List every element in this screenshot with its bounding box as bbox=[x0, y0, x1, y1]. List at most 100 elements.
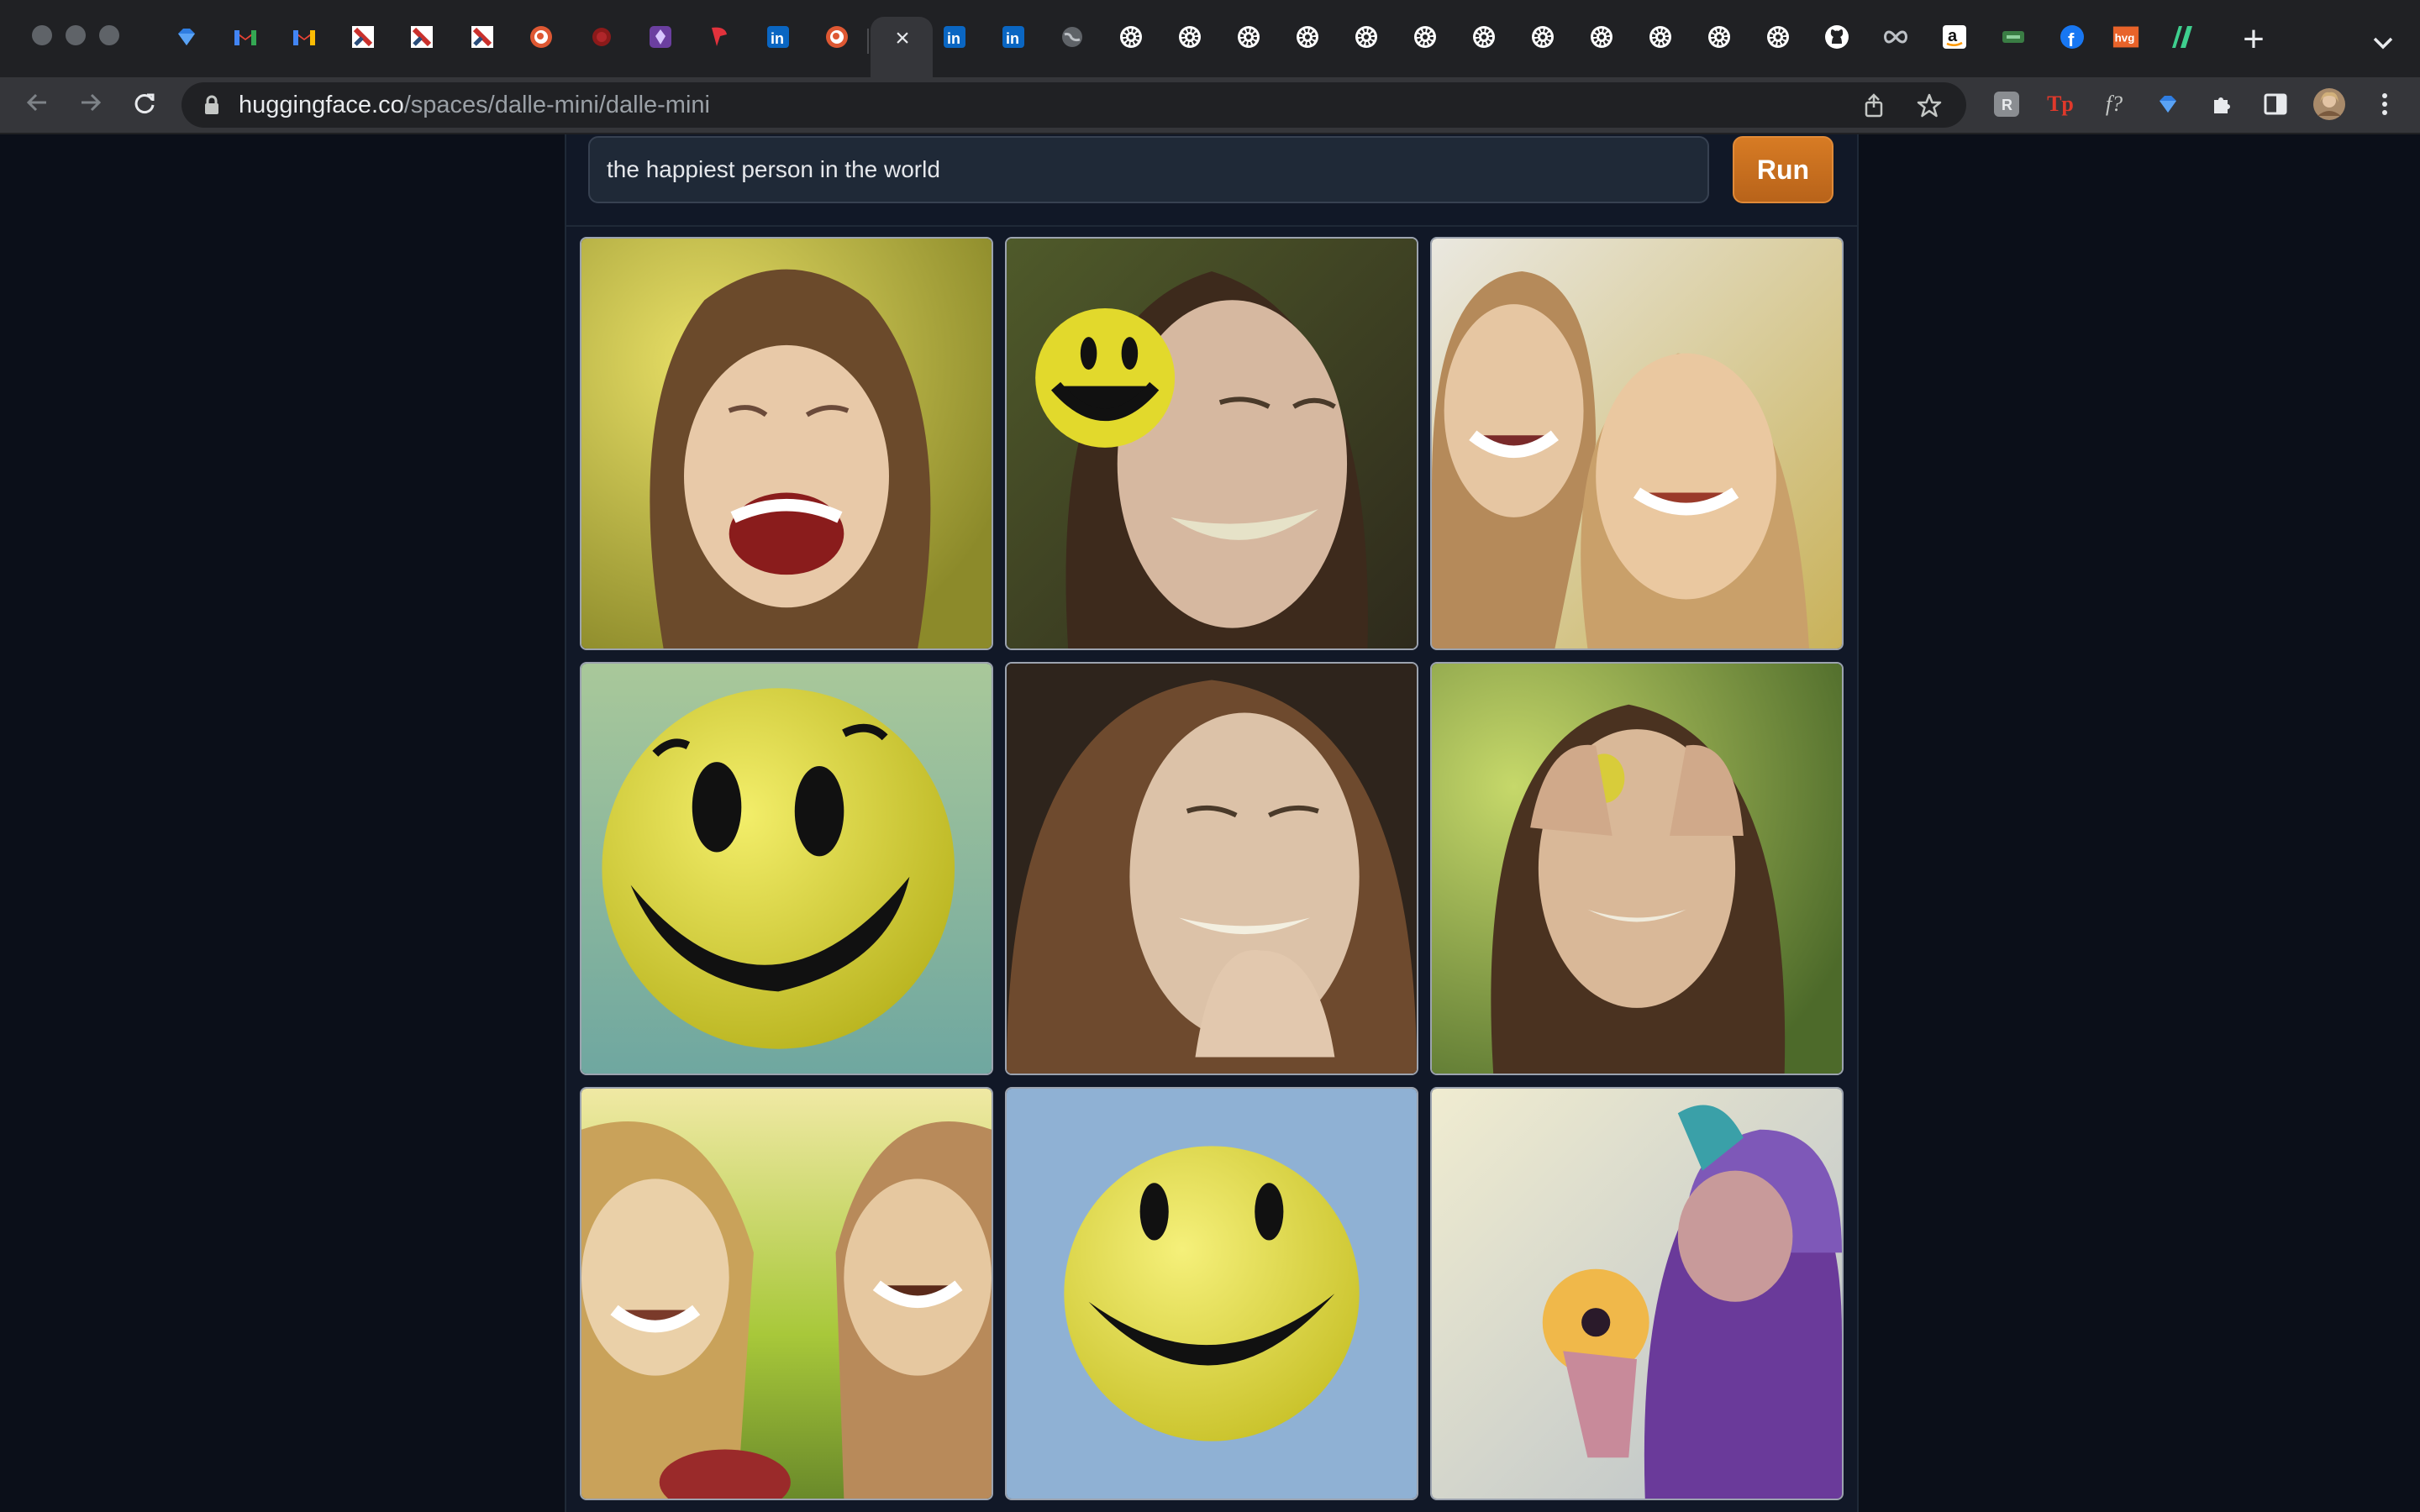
tab-linkedin-3[interactable]: in bbox=[1000, 24, 1027, 50]
woman-covering-mouth-image bbox=[1007, 664, 1417, 1074]
tab-notion-1[interactable] bbox=[350, 24, 376, 50]
huggingface-icon bbox=[1179, 26, 1201, 48]
tab-raindrop[interactable] bbox=[706, 24, 733, 50]
page-viewport: the happiest person in the world Run bbox=[0, 134, 2420, 1512]
tab-gmail-2[interactable] bbox=[291, 24, 318, 50]
gallery-image-1[interactable] bbox=[580, 237, 993, 650]
amazon-icon: a bbox=[1943, 25, 1966, 49]
globe-icon bbox=[1062, 27, 1082, 47]
tab-gmail-1[interactable] bbox=[232, 24, 259, 50]
tab-infinity[interactable] bbox=[1882, 24, 1909, 50]
huggingface-icon bbox=[1649, 26, 1671, 48]
huggingface-icon bbox=[1708, 26, 1730, 48]
tab-search-button[interactable] bbox=[2368, 27, 2398, 57]
puzzle-icon bbox=[2214, 97, 2230, 113]
prompt-input[interactable]: the happiest person in the world bbox=[588, 136, 1709, 203]
tab-obsidian[interactable] bbox=[647, 24, 674, 50]
lock-icon bbox=[205, 95, 218, 114]
huggingface-icon bbox=[1297, 26, 1318, 48]
gallery-image-5[interactable] bbox=[1005, 662, 1418, 1075]
gallery-image-8[interactable] bbox=[1005, 1087, 1418, 1500]
arrow-right-icon bbox=[82, 93, 102, 112]
tab-notion-2[interactable] bbox=[408, 24, 435, 50]
bookmark-star-icon[interactable] bbox=[1916, 92, 1943, 119]
tab-hf-6[interactable] bbox=[1412, 24, 1439, 50]
tab-duckduckgo-1[interactable] bbox=[528, 24, 555, 50]
purple-woman-with-donut-image bbox=[1432, 1089, 1842, 1499]
profile-button[interactable] bbox=[2312, 87, 2346, 121]
tab-hf-1[interactable] bbox=[1118, 24, 1144, 50]
maximize-window-button[interactable] bbox=[99, 25, 119, 45]
tab-github[interactable] bbox=[1823, 24, 1850, 50]
tab-facebook[interactable]: f bbox=[2059, 24, 2086, 50]
tab-globe[interactable] bbox=[1059, 24, 1086, 50]
side-panel-icon bbox=[2264, 93, 2287, 115]
gallery-image-6[interactable] bbox=[1430, 662, 1844, 1075]
tab-hf-9[interactable] bbox=[1588, 24, 1615, 50]
browser-window: × in in in a f hvg + huggingface.co/spac… bbox=[0, 0, 2420, 1512]
tab-linkedin-1[interactable]: in bbox=[765, 24, 792, 50]
new-tab-button[interactable]: + bbox=[2237, 21, 2270, 58]
address-bar[interactable]: huggingface.co/spaces/dalle-mini/dalle-m… bbox=[182, 82, 1966, 128]
notion-icon bbox=[471, 26, 493, 48]
close-window-button[interactable] bbox=[32, 25, 52, 45]
smiley-face-image bbox=[1007, 1089, 1417, 1499]
back-button[interactable] bbox=[18, 87, 55, 124]
browser-menu-button[interactable] bbox=[2368, 87, 2402, 121]
arrow-left-icon bbox=[26, 93, 46, 112]
gallery-image-3[interactable] bbox=[1430, 237, 1844, 650]
tab-hf-7[interactable] bbox=[1470, 24, 1497, 50]
tab-hf-12[interactable] bbox=[1765, 24, 1791, 50]
tab-hf-4[interactable] bbox=[1294, 24, 1321, 50]
extensions-button[interactable] bbox=[2205, 87, 2238, 121]
extension-reader[interactable]: R bbox=[1990, 87, 2023, 121]
tab-cocktail[interactable] bbox=[588, 24, 615, 50]
reload-icon bbox=[134, 93, 155, 113]
obsidian-icon bbox=[650, 26, 671, 48]
share-icon[interactable] bbox=[1860, 92, 1887, 119]
minimize-window-button[interactable] bbox=[66, 25, 86, 45]
svg-text:in: in bbox=[1006, 30, 1019, 47]
extension-gem[interactable] bbox=[2151, 87, 2185, 121]
gallery-image-2[interactable] bbox=[1005, 237, 1418, 650]
gallery-image-9[interactable] bbox=[1430, 1087, 1844, 1500]
side-panel-button[interactable] bbox=[2259, 87, 2292, 121]
tab-stripe[interactable] bbox=[2168, 24, 2195, 50]
divider bbox=[566, 225, 1857, 227]
tab-hf-3[interactable] bbox=[1235, 24, 1262, 50]
tab-linkedin-2[interactable]: in bbox=[941, 24, 968, 50]
tab-gem[interactable] bbox=[173, 24, 200, 50]
close-icon[interactable]: × bbox=[891, 26, 914, 51]
forward-button[interactable] bbox=[72, 87, 109, 124]
url-host: huggingface.co bbox=[239, 92, 404, 118]
tab-hvg[interactable]: hvg bbox=[2112, 24, 2139, 50]
tab-hf-2[interactable] bbox=[1176, 24, 1203, 50]
woman-with-smiley-ball-image bbox=[1007, 239, 1417, 648]
svg-text:in: in bbox=[771, 30, 784, 47]
tab-hf-11[interactable] bbox=[1706, 24, 1733, 50]
raindrop-icon bbox=[712, 27, 727, 46]
tab-duckduckgo-2[interactable] bbox=[823, 24, 850, 50]
huggingface-icon bbox=[1532, 26, 1554, 48]
gallery-image-7[interactable] bbox=[580, 1087, 993, 1500]
tab-amazon[interactable]: a bbox=[1941, 24, 1968, 50]
url-text: huggingface.co/spaces/dalle-mini/dalle-m… bbox=[239, 82, 710, 128]
run-button[interactable]: Run bbox=[1733, 136, 1833, 203]
hvg-icon: hvg bbox=[2112, 26, 2139, 48]
huggingface-icon bbox=[1591, 26, 1612, 48]
two-women-laughing-image bbox=[1432, 239, 1842, 648]
tab-hf-8[interactable] bbox=[1529, 24, 1556, 50]
tab-hf-5[interactable] bbox=[1353, 24, 1380, 50]
extension-fonts-icon[interactable]: f? bbox=[2097, 87, 2131, 121]
reload-button[interactable] bbox=[126, 87, 163, 124]
tab-ticket[interactable] bbox=[2000, 24, 2027, 50]
notion-icon bbox=[411, 26, 433, 48]
avatar bbox=[2313, 88, 2345, 120]
extension-tp-icon[interactable]: Tp bbox=[2044, 87, 2077, 121]
gmail-icon bbox=[234, 30, 256, 45]
gallery-image-4[interactable] bbox=[580, 662, 993, 1075]
tab-notion-3[interactable] bbox=[469, 24, 496, 50]
two-girls-laughing-image bbox=[581, 1089, 992, 1499]
laughing-girl-image bbox=[581, 239, 992, 648]
tab-hf-10[interactable] bbox=[1647, 24, 1674, 50]
